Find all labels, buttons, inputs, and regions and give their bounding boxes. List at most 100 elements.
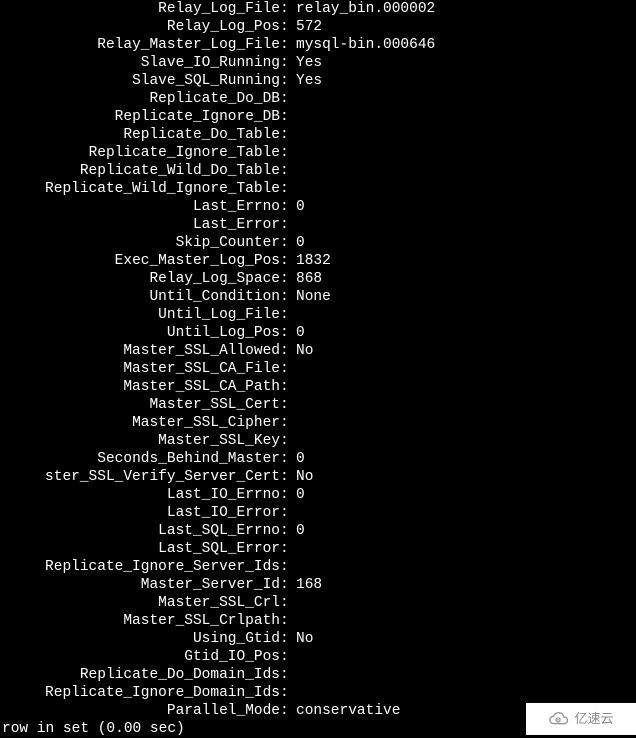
colon-separator: : bbox=[280, 684, 290, 702]
status-label: Replicate_Do_Domain_Ids bbox=[0, 666, 280, 684]
status-value bbox=[290, 378, 296, 396]
status-label: Replicate_Ignore_Table bbox=[0, 144, 280, 162]
status-value: mysql-bin.000646 bbox=[290, 36, 435, 54]
status-value: 0 bbox=[290, 486, 305, 504]
status-label: Master_SSL_Cipher bbox=[0, 414, 280, 432]
status-label: Master_SSL_CA_Path bbox=[0, 378, 280, 396]
status-label: Relay_Master_Log_File bbox=[0, 36, 280, 54]
status-row: Replicate_Do_Domain_Ids: bbox=[0, 666, 636, 684]
status-value: 1832 bbox=[290, 252, 331, 270]
status-label: Until_Log_Pos bbox=[0, 324, 280, 342]
status-value bbox=[290, 414, 296, 432]
status-label: Skip_Counter bbox=[0, 234, 280, 252]
colon-separator: : bbox=[280, 198, 290, 216]
status-value bbox=[290, 648, 296, 666]
status-value bbox=[290, 180, 296, 198]
status-value bbox=[290, 558, 296, 576]
status-value: No bbox=[290, 468, 313, 486]
status-row: Slave_IO_Running:Yes bbox=[0, 54, 636, 72]
status-label: Last_IO_Errno bbox=[0, 486, 280, 504]
status-value: Yes bbox=[290, 54, 322, 72]
status-value: 168 bbox=[290, 576, 322, 594]
status-label: Replicate_Ignore_Domain_Ids bbox=[0, 684, 280, 702]
status-label: Seconds_Behind_Master bbox=[0, 450, 280, 468]
colon-separator: : bbox=[280, 18, 290, 36]
status-row: Master_SSL_Key: bbox=[0, 432, 636, 450]
status-value bbox=[290, 360, 296, 378]
colon-separator: : bbox=[280, 432, 290, 450]
status-row: Skip_Counter:0 bbox=[0, 234, 636, 252]
status-label: Gtid_IO_Pos bbox=[0, 648, 280, 666]
status-value: No bbox=[290, 342, 313, 360]
status-row: Replicate_Wild_Do_Table: bbox=[0, 162, 636, 180]
status-label: Relay_Log_Space bbox=[0, 270, 280, 288]
colon-separator: : bbox=[280, 576, 290, 594]
cloud-icon bbox=[548, 710, 570, 728]
status-label: Master_SSL_Allowed bbox=[0, 342, 280, 360]
colon-separator: : bbox=[280, 396, 290, 414]
status-row: Seconds_Behind_Master:0 bbox=[0, 450, 636, 468]
status-row: Last_IO_Errno:0 bbox=[0, 486, 636, 504]
colon-separator: : bbox=[280, 90, 290, 108]
colon-separator: : bbox=[280, 648, 290, 666]
status-row: Last_SQL_Errno:0 bbox=[0, 522, 636, 540]
status-value: relay_bin.000002 bbox=[290, 0, 435, 18]
status-label: Replicate_Do_DB bbox=[0, 90, 280, 108]
status-row: Relay_Log_Pos:572 bbox=[0, 18, 636, 36]
status-rows: Relay_Log_File:relay_bin.000002Relay_Log… bbox=[0, 0, 636, 720]
status-row: Master_SSL_CA_Path: bbox=[0, 378, 636, 396]
colon-separator: : bbox=[280, 72, 290, 90]
watermark: 亿速云 bbox=[526, 703, 636, 735]
colon-separator: : bbox=[280, 540, 290, 558]
status-row: Master_SSL_Allowed:No bbox=[0, 342, 636, 360]
colon-separator: : bbox=[280, 144, 290, 162]
status-label: Last_SQL_Errno bbox=[0, 522, 280, 540]
status-value: 572 bbox=[290, 18, 322, 36]
status-value bbox=[290, 162, 296, 180]
status-value: 0 bbox=[290, 522, 305, 540]
status-value: 0 bbox=[290, 234, 305, 252]
colon-separator: : bbox=[280, 216, 290, 234]
status-row: ster_SSL_Verify_Server_Cert:No bbox=[0, 468, 636, 486]
terminal-output: Relay_Log_File:relay_bin.000002Relay_Log… bbox=[0, 0, 636, 738]
status-label: Last_Errno bbox=[0, 198, 280, 216]
status-value bbox=[290, 594, 296, 612]
status-value: 868 bbox=[290, 270, 322, 288]
colon-separator: : bbox=[280, 126, 290, 144]
colon-separator: : bbox=[280, 504, 290, 522]
status-row: Master_SSL_Crlpath: bbox=[0, 612, 636, 630]
status-label: Until_Log_File bbox=[0, 306, 280, 324]
status-label: Last_IO_Error bbox=[0, 504, 280, 522]
colon-separator: : bbox=[280, 630, 290, 648]
status-value bbox=[290, 216, 296, 234]
status-label: Slave_SQL_Running bbox=[0, 72, 280, 90]
colon-separator: : bbox=[280, 54, 290, 72]
colon-separator: : bbox=[280, 306, 290, 324]
status-label: Using_Gtid bbox=[0, 630, 280, 648]
colon-separator: : bbox=[280, 108, 290, 126]
colon-separator: : bbox=[280, 270, 290, 288]
colon-separator: : bbox=[280, 378, 290, 396]
status-value: No bbox=[290, 630, 313, 648]
status-value: conservative bbox=[290, 702, 400, 720]
status-label: Replicate_Ignore_DB bbox=[0, 108, 280, 126]
status-row: Replicate_Ignore_DB: bbox=[0, 108, 636, 126]
colon-separator: : bbox=[280, 180, 290, 198]
colon-separator: : bbox=[280, 612, 290, 630]
status-label: Master_SSL_Cert bbox=[0, 396, 280, 414]
colon-separator: : bbox=[280, 360, 290, 378]
status-row: Replicate_Ignore_Domain_Ids: bbox=[0, 684, 636, 702]
watermark-text: 亿速云 bbox=[574, 710, 613, 728]
status-value: 0 bbox=[290, 450, 305, 468]
status-row: Replicate_Wild_Ignore_Table: bbox=[0, 180, 636, 198]
status-label: Last_Error bbox=[0, 216, 280, 234]
status-label: Until_Condition bbox=[0, 288, 280, 306]
status-row: Master_SSL_Crl: bbox=[0, 594, 636, 612]
status-value bbox=[290, 306, 296, 324]
status-row: Slave_SQL_Running:Yes bbox=[0, 72, 636, 90]
colon-separator: : bbox=[280, 594, 290, 612]
status-row: Until_Condition:None bbox=[0, 288, 636, 306]
status-value: 0 bbox=[290, 324, 305, 342]
status-label: Relay_Log_Pos bbox=[0, 18, 280, 36]
colon-separator: : bbox=[280, 486, 290, 504]
